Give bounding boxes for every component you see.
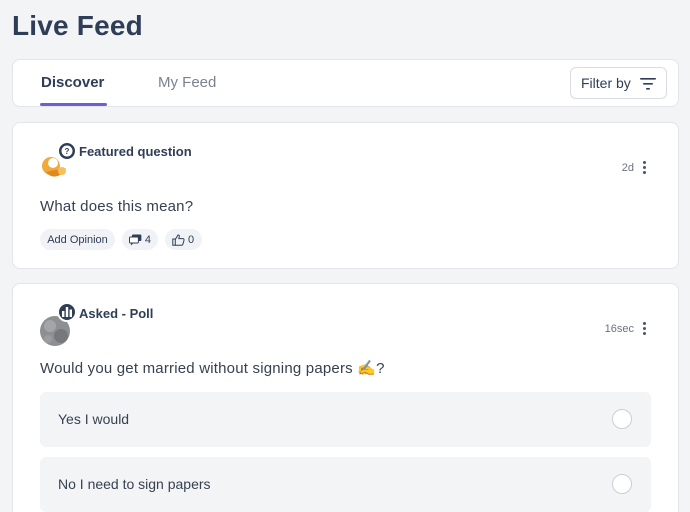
like-button[interactable]: 0 [165, 229, 202, 250]
filter-by-label: Filter by [581, 75, 631, 91]
filter-by-button[interactable]: Filter by [570, 67, 667, 99]
tab-discover[interactable]: Discover [39, 60, 108, 107]
poll-option-label: No I need to sign papers [58, 476, 211, 492]
poll-option-radio[interactable] [612, 409, 632, 429]
post-timestamp: 16sec [604, 323, 634, 335]
tab-my-feed[interactable]: My Feed [158, 60, 216, 107]
add-opinion-button[interactable]: Add Opinion [40, 229, 115, 250]
svg-text:?: ? [65, 147, 70, 156]
comments-count: 4 [144, 233, 151, 246]
feed-card-featured-question: ? Featured question 2d What does this me… [12, 122, 679, 269]
feed-tabs-bar: Discover My Feed Filter by [12, 59, 679, 107]
thumbs-up-icon [172, 233, 185, 246]
post-question: What does this mean? [40, 198, 194, 215]
more-options-icon[interactable] [642, 322, 646, 336]
post-type-label: Asked - Poll [79, 306, 154, 321]
likes-count: 0 [188, 233, 195, 246]
filter-icon [640, 78, 656, 90]
more-options-icon[interactable] [642, 161, 646, 175]
poll-option[interactable]: Yes I would [40, 392, 651, 447]
page-title: Live Feed [12, 10, 143, 41]
poll-option-label: Yes I would [58, 411, 130, 427]
poll-question: Would you get married without signing pa… [40, 360, 385, 377]
comments-icon [129, 234, 142, 245]
feed-card-poll: Asked - Poll 16sec Would you get married… [12, 283, 679, 512]
comments-button[interactable]: 4 [122, 229, 158, 250]
poll-option[interactable]: No I need to sign papers [40, 457, 651, 512]
poll-chart-icon [57, 302, 77, 322]
post-type-label: Featured question [79, 144, 192, 159]
add-opinion-label: Add Opinion [47, 233, 108, 246]
poll-option-radio[interactable] [612, 474, 632, 494]
post-timestamp: 2d [621, 162, 634, 174]
question-icon: ? [57, 141, 77, 161]
